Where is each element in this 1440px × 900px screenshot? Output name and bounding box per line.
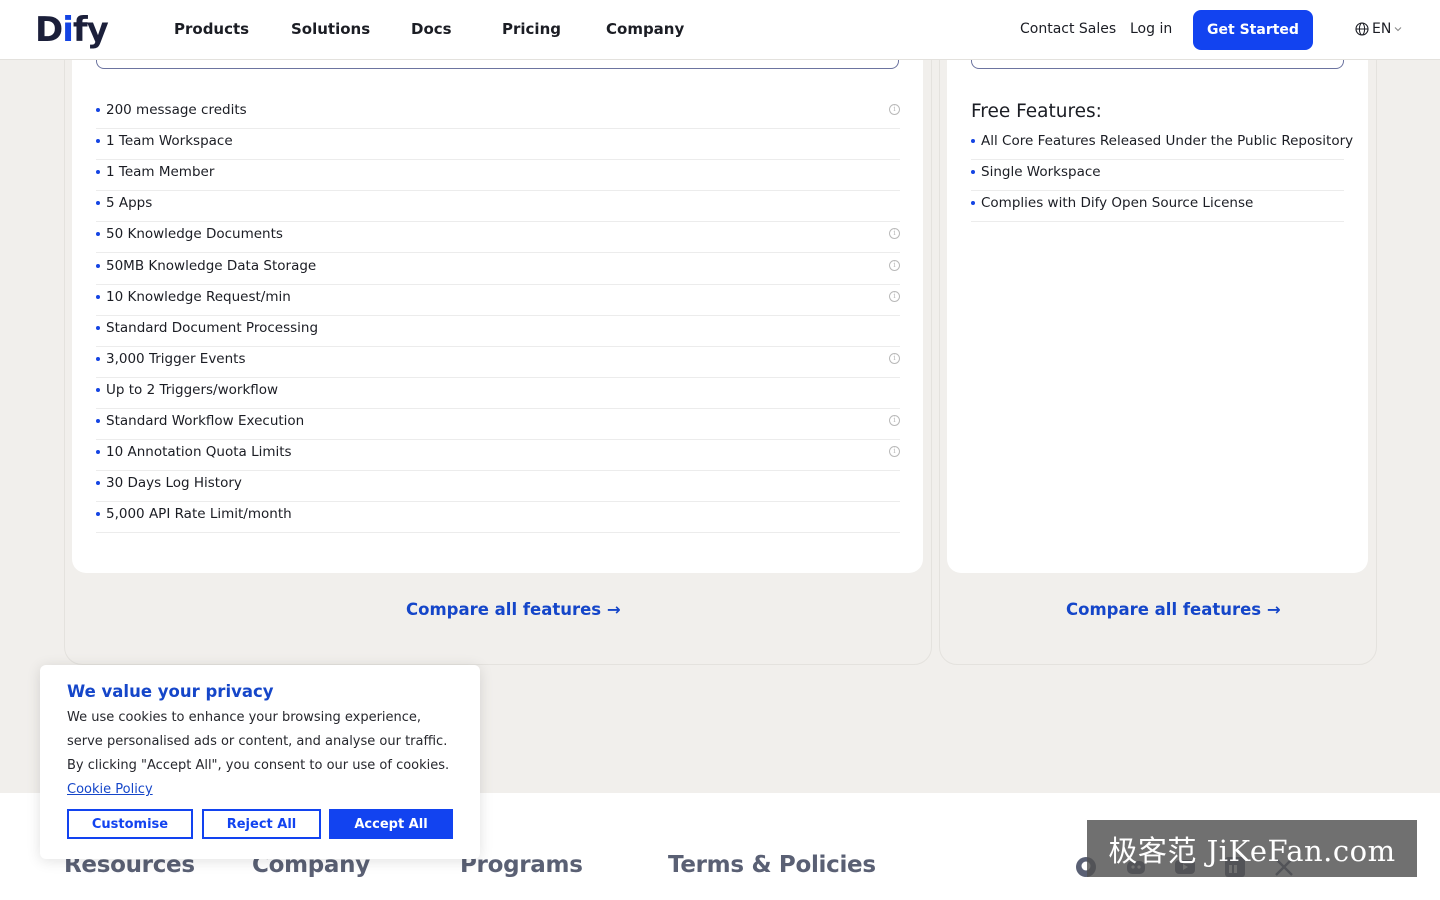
- footer-terms-policies[interactable]: Terms & Policies: [668, 852, 876, 878]
- cookie-policy-link[interactable]: Cookie Policy: [67, 782, 153, 797]
- chevron-down-icon: [1394, 27, 1402, 32]
- info-icon[interactable]: i: [889, 228, 900, 240]
- feature-item: 3,000 Trigger Events i: [96, 347, 900, 378]
- bullet-dot: [96, 294, 100, 299]
- cookie-consent-banner: We value your privacy We use cookies to …: [40, 665, 480, 859]
- feature-item: 50 Knowledge Documents i: [96, 222, 900, 254]
- free-feature-item: Complies with Dify Open Source License: [971, 191, 1344, 223]
- info-icon[interactable]: i: [889, 352, 900, 364]
- feature-item: 5,000 API Rate Limit/month: [96, 502, 900, 534]
- free-feature-item: Single Workspace: [971, 160, 1344, 192]
- bullet-dot: [971, 170, 975, 175]
- feature-label: Standard Workflow Execution: [106, 413, 305, 429]
- feature-label: 10 Knowledge Request/min: [106, 288, 291, 305]
- info-icon[interactable]: i: [889, 259, 900, 271]
- feature-item: 5 Apps: [96, 191, 900, 223]
- compare-features-link-left[interactable]: Compare all features →: [406, 600, 621, 619]
- free-feature-label: Single Workspace: [981, 164, 1101, 181]
- feature-item: 50MB Knowledge Data Storage i: [96, 254, 900, 285]
- feature-label: 30 Days Log History: [106, 475, 242, 492]
- bullet-dot: [971, 201, 975, 206]
- bullet-dot: [96, 419, 100, 423]
- nav-docs[interactable]: Docs: [411, 20, 452, 38]
- bullet-dot: [96, 263, 100, 268]
- bullet-dot: [96, 232, 100, 237]
- feature-label: 200 message credits: [106, 102, 247, 118]
- feature-label: 5 Apps: [106, 195, 153, 212]
- reject-all-button[interactable]: Reject All: [202, 809, 321, 839]
- get-started-button[interactable]: Get Started: [1193, 10, 1313, 50]
- nav-products[interactable]: Products: [174, 20, 249, 38]
- dify-logo[interactable]: Dify: [35, 10, 109, 50]
- feature-item: Up to 2 Triggers/workflow: [96, 378, 900, 409]
- bullet-dot: [96, 170, 100, 175]
- free-feature-label: Complies with Dify Open Source License: [981, 195, 1254, 212]
- feature-label: 1 Team Workspace: [106, 133, 233, 150]
- cookie-text: We use cookies to enhance your browsing …: [67, 706, 457, 802]
- feature-item: 10 Knowledge Request/min i: [96, 285, 900, 316]
- compare-features-link-right[interactable]: Compare all features →: [1066, 600, 1281, 619]
- info-icon[interactable]: i: [889, 446, 900, 458]
- globe-icon: [1355, 22, 1369, 36]
- bullet-dot: [96, 481, 100, 486]
- language-label: EN: [1372, 21, 1392, 37]
- login-link[interactable]: Log in: [1130, 21, 1172, 37]
- feature-item: Standard Document Processing: [96, 316, 900, 347]
- bullet-dot: [96, 387, 100, 392]
- free-features-title: Free Features:: [971, 101, 1102, 122]
- feature-label: 50MB Knowledge Data Storage: [106, 257, 317, 274]
- contact-sales-link[interactable]: Contact Sales: [1020, 21, 1116, 37]
- customise-button[interactable]: Customise: [67, 809, 193, 839]
- feature-item: 200 message credits i: [96, 98, 900, 129]
- feature-label: 1 Team Member: [106, 164, 215, 181]
- feature-item: 10 Annotation Quota Limits i: [96, 440, 900, 472]
- bullet-dot: [96, 512, 100, 517]
- info-icon[interactable]: i: [889, 104, 900, 115]
- feature-item: 1 Team Member: [96, 160, 900, 192]
- language-selector[interactable]: EN: [1355, 21, 1402, 37]
- info-icon[interactable]: i: [889, 290, 900, 302]
- bullet-dot: [96, 450, 100, 455]
- feature-label: 10 Annotation Quota Limits: [106, 444, 292, 461]
- nav-company[interactable]: Company: [606, 20, 684, 38]
- feature-label: 5,000 API Rate Limit/month: [106, 506, 292, 523]
- cookie-title: We value your privacy: [67, 682, 274, 701]
- bullet-dot: [96, 108, 100, 112]
- free-feature-item: All Core Features Released Under the Pub…: [971, 129, 1353, 160]
- nav-pricing[interactable]: Pricing: [502, 20, 561, 38]
- feature-label: 50 Knowledge Documents: [106, 226, 283, 243]
- free-feature-label: All Core Features Released Under the Pub…: [981, 133, 1354, 149]
- feature-item: Standard Workflow Execution i: [96, 409, 900, 440]
- bullet-dot: [96, 201, 100, 206]
- bullet-dot: [96, 139, 100, 144]
- watermark: 极客范 JiKeFan.com: [1087, 820, 1417, 877]
- feature-item: 1 Team Workspace: [96, 129, 900, 161]
- info-icon[interactable]: i: [889, 415, 900, 426]
- feature-label: Standard Document Processing: [106, 319, 319, 336]
- feature-item: 30 Days Log History: [96, 471, 900, 503]
- feature-label: Up to 2 Triggers/workflow: [106, 381, 279, 398]
- nav-solutions[interactable]: Solutions: [291, 20, 370, 38]
- bullet-dot: [96, 325, 100, 330]
- feature-label: 3,000 Trigger Events: [106, 350, 246, 367]
- bullet-dot: [96, 356, 100, 361]
- accept-all-button[interactable]: Accept All: [329, 809, 453, 839]
- cookie-body: We use cookies to enhance your browsing …: [67, 710, 450, 773]
- top-header: Dify Products Solutions Docs Pricing Com…: [0, 0, 1440, 60]
- bullet-dot: [971, 139, 975, 143]
